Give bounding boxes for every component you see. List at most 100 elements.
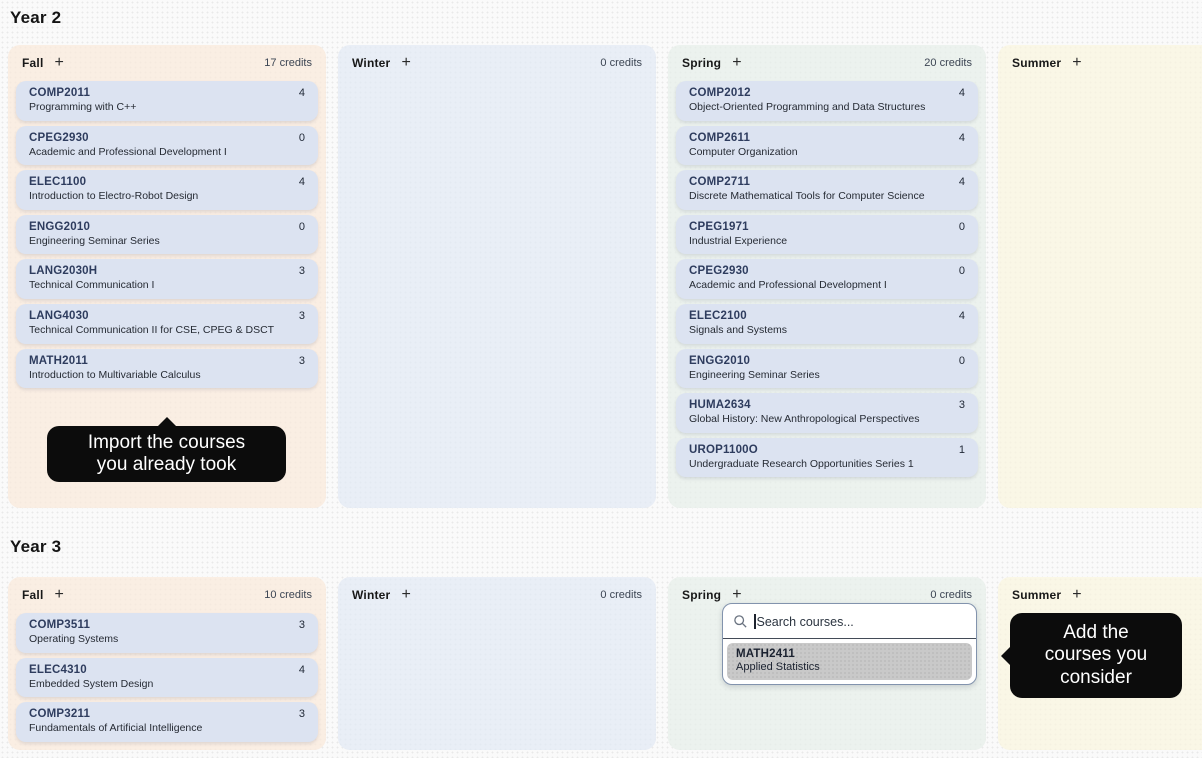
course-credits: 4 — [299, 87, 305, 99]
course-card[interactable]: ELEC2100 4 Signals and Systems — [676, 304, 978, 344]
semester-label: Fall — [22, 588, 43, 602]
course-credits: 4 — [299, 176, 305, 188]
semester-header: Spring + 20 credits — [675, 54, 979, 72]
text-cursor — [754, 614, 756, 629]
semester-header: Fall + 17 credits — [15, 54, 319, 72]
semester-label: Summer — [1012, 56, 1061, 70]
course-credits: 0 — [299, 132, 305, 144]
search-icon — [733, 614, 748, 629]
add-course-button[interactable]: + — [401, 56, 410, 70]
course-credits: 1 — [959, 444, 965, 456]
course-code: ENGG2010 — [689, 355, 750, 367]
course-card[interactable]: UROP1100O 1 Undergraduate Research Oppor… — [676, 438, 978, 478]
import-courses-tooltip: Import the courses you already took — [47, 426, 286, 482]
add-courses-tooltip: Add the courses you consider — [1010, 613, 1182, 698]
course-card[interactable]: COMP2711 4 Discrete Mathematical Tools f… — [676, 170, 978, 210]
course-name: Computer Organization — [689, 146, 965, 159]
course-credits: 0 — [959, 221, 965, 233]
course-card[interactable]: HUMA2634 3 Global History: New Anthropol… — [676, 393, 978, 433]
course-credits: 0 — [959, 355, 965, 367]
course-code: CPEG1971 — [689, 221, 749, 233]
course-card[interactable]: ENGG2010 0 Engineering Seminar Series — [676, 349, 978, 389]
course-credits: 4 — [299, 664, 305, 676]
course-credits: 3 — [299, 265, 305, 277]
add-course-button[interactable]: + — [54, 588, 63, 602]
add-course-button[interactable]: + — [54, 56, 63, 70]
course-name: Signals and Systems — [689, 324, 965, 337]
course-code: CPEG2930 — [29, 132, 89, 144]
semester-column-winter: Winter + 0 credits — [338, 577, 656, 750]
course-name: Academic and Professional Development I — [689, 279, 965, 292]
course-name: Introduction to Electro-Robot Design — [29, 190, 305, 203]
course-credits: 0 — [299, 221, 305, 233]
course-card[interactable]: ENGG2010 0 Engineering Seminar Series — [16, 215, 318, 255]
course-code: HUMA2634 — [689, 399, 751, 411]
course-credits: 4 — [959, 310, 965, 322]
course-credits: 0 — [959, 265, 965, 277]
result-course-name: Applied Statistics — [736, 661, 963, 674]
add-course-button[interactable]: + — [1072, 588, 1081, 602]
semester-header: Summer + — [1005, 586, 1202, 604]
semester-label: Spring — [682, 56, 721, 70]
course-card[interactable]: CPEG1971 0 Industrial Experience — [676, 215, 978, 255]
course-card[interactable]: MATH2011 3 Introduction to Multivariable… — [16, 349, 318, 389]
course-name: Academic and Professional Development I — [29, 146, 305, 159]
course-card[interactable]: COMP3511 3 Operating Systems — [16, 613, 318, 653]
semester-column-summer: Summer + — [998, 45, 1202, 508]
course-name: Technical Communication II for CSE, CPEG… — [29, 324, 305, 337]
course-credits: 3 — [299, 619, 305, 631]
add-course-button[interactable]: + — [401, 588, 410, 602]
add-course-button[interactable]: + — [732, 56, 741, 70]
course-card[interactable]: CPEG2930 0 Academic and Professional Dev… — [676, 259, 978, 299]
course-code: ELEC2100 — [689, 310, 747, 322]
course-search-dropdown: MATH2411 Applied Statistics — [722, 603, 977, 685]
course-card[interactable]: CPEG2930 0 Academic and Professional Dev… — [16, 126, 318, 166]
course-name: Fundamentals of Artificial Intelligence — [29, 722, 305, 735]
course-code: COMP2711 — [689, 176, 750, 188]
semester-column-winter: Winter + 0 credits — [338, 45, 656, 508]
course-credits: 4 — [959, 132, 965, 144]
course-name: Technical Communication I — [29, 279, 305, 292]
course-code: LANG4030 — [29, 310, 89, 322]
semester-header: Winter + 0 credits — [345, 586, 649, 604]
course-card[interactable]: COMP2012 4 Object-Oriented Programming a… — [676, 81, 978, 121]
semester-column-fall: Fall + 10 credits COMP3511 3 Operating S… — [8, 577, 326, 750]
course-name: Operating Systems — [29, 633, 305, 646]
course-name: Engineering Seminar Series — [689, 369, 965, 382]
course-code: ELEC4310 — [29, 664, 87, 676]
course-code: ELEC1100 — [29, 176, 86, 188]
course-code: COMP2611 — [689, 132, 750, 144]
course-code: COMP3511 — [29, 619, 90, 631]
search-result-item[interactable]: MATH2411 Applied Statistics — [727, 643, 972, 680]
course-name: Global History: New Anthropological Pers… — [689, 413, 965, 426]
semester-label: Spring — [682, 588, 721, 602]
course-credits: 3 — [299, 708, 305, 720]
course-card[interactable]: COMP2011 4 Programming with C++ — [16, 81, 318, 121]
add-course-button[interactable]: + — [1072, 56, 1081, 70]
semester-header: Spring + 0 credits — [675, 586, 979, 604]
course-code: LANG2030H — [29, 265, 97, 277]
course-code: MATH2011 — [29, 355, 88, 367]
course-card[interactable]: LANG4030 3 Technical Communication II fo… — [16, 304, 318, 344]
semester-label: Fall — [22, 56, 43, 70]
course-name: Undergraduate Research Opportunities Ser… — [689, 458, 965, 471]
semester-column-spring: Spring + 20 credits COMP2012 4 Object-Or… — [668, 45, 986, 508]
course-code: COMP2012 — [689, 87, 751, 99]
credits-label: 0 credits — [600, 589, 642, 601]
credits-label: 20 credits — [924, 57, 972, 69]
course-credits: 3 — [299, 355, 305, 367]
course-planner-board: Year 2 Fall + 17 credits COMP2011 4 Prog… — [0, 0, 1202, 758]
import-courses-tooltip-text: Import the courses you already took — [71, 432, 262, 477]
course-card[interactable]: LANG2030H 3 Technical Communication I — [16, 259, 318, 299]
add-course-button[interactable]: + — [732, 588, 741, 602]
course-card[interactable]: ELEC4310 4 Embedded System Design — [16, 658, 318, 698]
semester-header: Summer + — [1005, 54, 1202, 72]
course-card[interactable]: COMP3211 3 Fundamentals of Artificial In… — [16, 702, 318, 742]
course-list: COMP2011 4 Programming with C++ CPEG2930… — [15, 81, 319, 388]
course-card[interactable]: ELEC1100 4 Introduction to Electro-Robot… — [16, 170, 318, 210]
course-credits: 4 — [959, 87, 965, 99]
course-name: Programming with C++ — [29, 101, 305, 114]
course-card[interactable]: COMP2611 4 Computer Organization — [676, 126, 978, 166]
search-courses-input[interactable] — [757, 615, 967, 629]
course-name: Embedded System Design — [29, 678, 305, 691]
